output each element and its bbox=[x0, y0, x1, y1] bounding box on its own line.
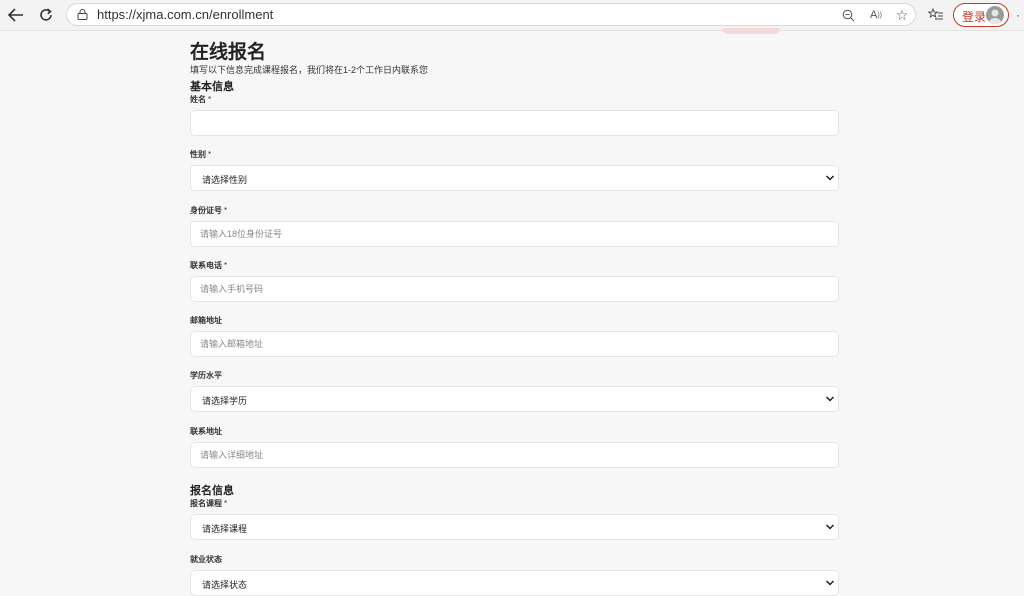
address-input[interactable] bbox=[191, 443, 838, 467]
id-number-field[interactable] bbox=[190, 221, 839, 247]
education-selected-value: 请选择学历 bbox=[202, 396, 248, 406]
gender-label-text: 性别 bbox=[190, 150, 206, 159]
phone-input[interactable] bbox=[191, 277, 838, 301]
address-bar[interactable]: https://xjma.com.cn/enrollment A)) ☆ bbox=[66, 3, 916, 26]
chevron-down-icon bbox=[825, 580, 835, 586]
lock-icon[interactable] bbox=[77, 9, 88, 20]
page-subtitle: 填写以下信息完成课程报名，我们将在1-2个工作日内联系您 bbox=[190, 65, 429, 75]
email-field[interactable] bbox=[190, 331, 839, 357]
zoom-out-icon[interactable] bbox=[839, 6, 857, 24]
login-button[interactable]: 登录 bbox=[953, 3, 1009, 27]
name-input[interactable] bbox=[191, 111, 838, 135]
read-aloud-icon[interactable]: A)) bbox=[867, 6, 885, 24]
favorite-star-icon[interactable]: ☆ bbox=[893, 6, 911, 24]
favorites-list-icon[interactable] bbox=[928, 5, 946, 25]
page-content: 在线报名 填写以下信息完成课程报名，我们将在1-2个工作日内联系您 基本信息 姓… bbox=[0, 28, 1024, 596]
required-mark: * bbox=[224, 499, 228, 508]
id-number-label: 身份证号 * bbox=[190, 205, 227, 216]
required-mark: * bbox=[224, 261, 228, 270]
address-label: 联系地址 bbox=[190, 426, 222, 437]
avatar bbox=[986, 6, 1004, 24]
chevron-down-icon bbox=[825, 175, 835, 181]
gender-select[interactable]: 请选择性别 bbox=[190, 165, 839, 191]
employment-label-text: 就业状态 bbox=[190, 555, 222, 564]
education-label: 学历水平 bbox=[190, 370, 222, 381]
education-label-text: 学历水平 bbox=[190, 371, 222, 380]
email-label-text: 邮箱地址 bbox=[190, 316, 222, 325]
page-title: 在线报名 bbox=[190, 42, 267, 63]
section-basic-info: 基本信息 bbox=[190, 81, 234, 93]
chevron-down-icon bbox=[825, 524, 835, 530]
id-number-label-text: 身份证号 bbox=[190, 206, 222, 215]
login-label: 登录 bbox=[962, 10, 987, 24]
phone-label: 联系电话 * bbox=[190, 260, 227, 271]
chevron-down-icon bbox=[825, 396, 835, 402]
name-label-text: 姓名 bbox=[190, 95, 206, 104]
email-input[interactable] bbox=[191, 332, 838, 356]
phone-field[interactable] bbox=[190, 276, 839, 302]
address-field[interactable] bbox=[190, 442, 839, 468]
header-decoration bbox=[722, 28, 780, 34]
section-enrollment-info: 报名信息 bbox=[190, 485, 234, 497]
more-menu-icon[interactable]: · bbox=[1016, 8, 1020, 22]
course-select[interactable]: 请选择课程 bbox=[190, 514, 839, 540]
browser-toolbar: https://xjma.com.cn/enrollment A)) ☆ 登录 … bbox=[0, 0, 1024, 31]
url-text[interactable]: https://xjma.com.cn/enrollment bbox=[97, 7, 273, 22]
course-label: 报名课程 * bbox=[190, 498, 227, 509]
name-field[interactable] bbox=[190, 110, 839, 136]
required-mark: * bbox=[208, 95, 212, 104]
gender-label: 性别 * bbox=[190, 149, 211, 160]
gender-selected-value: 请选择性别 bbox=[202, 175, 248, 185]
employment-label: 就业状态 bbox=[190, 554, 222, 565]
name-label: 姓名 * bbox=[190, 94, 211, 105]
course-label-text: 报名课程 bbox=[190, 499, 222, 508]
education-select[interactable]: 请选择学历 bbox=[190, 386, 839, 412]
phone-label-text: 联系电话 bbox=[190, 261, 222, 270]
email-label: 邮箱地址 bbox=[190, 315, 222, 326]
address-label-text: 联系地址 bbox=[190, 427, 222, 436]
required-mark: * bbox=[224, 206, 228, 215]
employment-select[interactable]: 请选择状态 bbox=[190, 570, 839, 596]
reload-icon[interactable] bbox=[34, 4, 58, 26]
back-arrow-icon[interactable] bbox=[4, 4, 28, 26]
required-mark: * bbox=[208, 150, 212, 159]
employment-selected-value: 请选择状态 bbox=[202, 580, 248, 590]
id-number-input[interactable] bbox=[191, 222, 838, 246]
course-selected-value: 请选择课程 bbox=[202, 524, 248, 534]
